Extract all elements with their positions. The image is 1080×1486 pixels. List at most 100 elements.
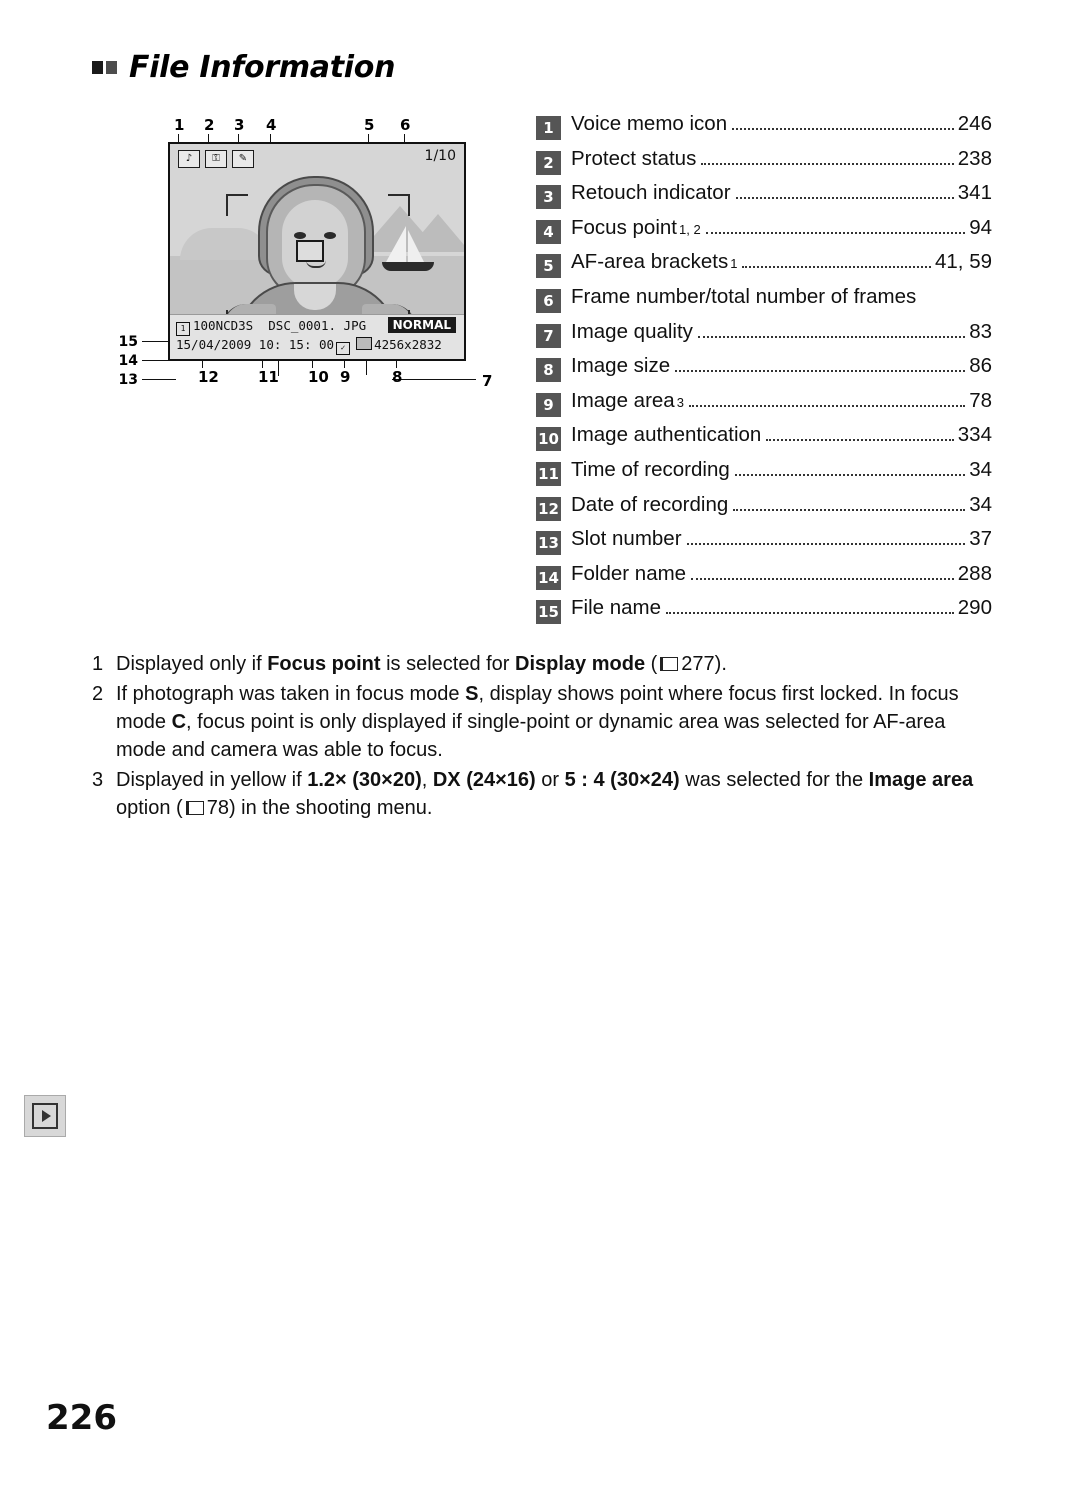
- playback-icon: [24, 1095, 66, 1137]
- image-size: 4256x2832: [374, 337, 442, 352]
- callout-top-6: 6: [400, 116, 411, 134]
- footnote-seg: ) in the shooting menu.: [228, 797, 433, 819]
- legend-number: 6: [536, 288, 561, 313]
- legend-page: 290: [957, 596, 992, 620]
- legend-dots: [732, 128, 954, 130]
- af-bracket-top-right: [388, 194, 410, 216]
- legend-page: 37: [969, 527, 992, 551]
- legend-number: 13: [536, 531, 561, 556]
- footnote-page-ref: 78: [206, 797, 229, 819]
- callout-bottom-12: 12: [198, 368, 219, 386]
- legend-dots: [735, 197, 954, 200]
- legend-number: 10: [536, 427, 561, 452]
- footnote-bold: Image area: [868, 769, 974, 791]
- page-number: 226: [46, 1398, 117, 1438]
- focus-point-indicator: [296, 240, 324, 262]
- callout-bottom-11: 11: [258, 368, 279, 386]
- legend-dots: [697, 335, 966, 338]
- footnote-2: 2 If photograph was taken in focus mode …: [92, 680, 992, 764]
- callout-left-15: 15: [118, 334, 138, 350]
- footnote-bold: Focus point: [267, 653, 381, 675]
- legend-number: 14: [536, 565, 561, 590]
- sailboat-icon: [408, 230, 424, 262]
- legend-label: Image quality: [571, 319, 693, 343]
- legend-label: Protect status: [571, 146, 697, 170]
- legend-page: 341: [957, 181, 992, 205]
- monitor-status-icons: ♪ ⚿ ✎: [178, 150, 254, 168]
- footnote-seg: or: [535, 769, 565, 791]
- legend-item-11: 11 Time of recording 34: [536, 458, 992, 493]
- legend-page: 334: [957, 423, 992, 447]
- legend-page: 78: [969, 388, 992, 412]
- legend-page: 41, 59: [935, 250, 992, 274]
- image-area-icon: [356, 337, 373, 350]
- image-quality-badge: NORMAL: [387, 317, 456, 333]
- af-bracket-top-left: [226, 194, 248, 216]
- legend-number: 8: [536, 358, 561, 383]
- footnote-text: If photograph was taken in focus mode S,…: [116, 680, 992, 764]
- legend-dots: [691, 577, 954, 580]
- folder-name: 100NCD3S: [193, 318, 254, 333]
- footnote-text: Displayed in yellow if 1.2× (30×20), DX …: [116, 766, 992, 822]
- legend-number: 12: [536, 496, 561, 521]
- book-icon: [660, 657, 679, 671]
- callout-top-2: 2: [204, 116, 215, 134]
- file-name: DSC_0001. JPG: [268, 318, 367, 333]
- playback-icon-frame: [32, 1103, 58, 1129]
- legend-label: Date of recording: [571, 492, 729, 516]
- callout-top-3: 3: [234, 116, 245, 134]
- legend-label: Frame number/total number of frames: [571, 284, 917, 308]
- footnote-seg: ,: [421, 769, 433, 791]
- legend-number: 11: [536, 461, 561, 486]
- legend-dots: [742, 266, 931, 269]
- legend-dots: [701, 162, 954, 165]
- footnote-number: 2: [92, 683, 104, 705]
- legend-number: 1: [536, 116, 561, 140]
- footnote-1: 1 Displayed only if Focus point is selec…: [92, 650, 992, 678]
- footnote-bold: C: [171, 711, 187, 733]
- legend-page: 34: [969, 492, 992, 516]
- legend-label: Time of recording: [571, 457, 730, 481]
- legend-page: 94: [969, 215, 992, 239]
- legend-dots: [734, 473, 966, 476]
- footnote-seg: (: [645, 653, 658, 675]
- legend-label: Folder name: [571, 561, 687, 585]
- callout-bottom-10: 10: [308, 368, 329, 386]
- footnote-number: 1: [92, 653, 104, 675]
- legend-label: Slot number: [571, 527, 682, 551]
- legend-page: 238: [957, 146, 992, 170]
- image-authentication-icon: ✓: [336, 342, 351, 355]
- slot-number-icon: 1: [176, 322, 190, 336]
- legend-item-15: 15 File name 290: [536, 596, 992, 631]
- page-title: File Information: [129, 50, 396, 85]
- legend-list: 1 Voice memo icon 246 2 Protect status 2…: [536, 112, 992, 631]
- footnote-seg: , focus point is only displayed if singl…: [116, 711, 946, 761]
- date-of-recording: 15/04/2009: [176, 337, 252, 352]
- book-icon: [185, 801, 204, 815]
- page-heading: File Information: [92, 50, 395, 85]
- retouch-icon: ✎: [232, 150, 254, 168]
- footnote-bold: 5 : 4 (30×24): [564, 769, 680, 791]
- legend-dots: [666, 612, 954, 615]
- voice-memo-icon: ♪: [178, 150, 200, 168]
- legend-number: 9: [536, 392, 561, 417]
- legend-item-8: 8 Image size 86: [536, 354, 992, 389]
- legend-label: File name: [571, 596, 662, 620]
- footnote-bold: 1.2× (30×20): [307, 769, 422, 791]
- footnote-text: Displayed only if Focus point is selecte…: [116, 650, 992, 678]
- callout-bottom-9: 9: [340, 368, 351, 386]
- callout-bottom-8: 8: [392, 368, 403, 386]
- legend-item-3: 3 Retouch indicator 341: [536, 181, 992, 216]
- legend-page: 246: [957, 112, 992, 135]
- footnote-bold: DX (24×16): [432, 769, 536, 791]
- legend-item-5: 5 AF-area brackets 1 41, 59: [536, 250, 992, 285]
- legend-item-1: 1 Voice memo icon 246: [536, 112, 992, 147]
- legend-dots: [766, 439, 954, 442]
- footnote-seg: was selected for the: [679, 769, 869, 791]
- legend-footnote-ref: 1: [730, 256, 738, 272]
- legend-label: Voice memo icon: [571, 112, 728, 135]
- footnote-seg: If photograph was taken in focus mode: [116, 683, 466, 705]
- time-of-recording: 10: 15: 00: [258, 337, 335, 352]
- legend-item-9: 9 Image area 3 78: [536, 389, 992, 424]
- footnote-seg: Displayed only if: [116, 653, 268, 675]
